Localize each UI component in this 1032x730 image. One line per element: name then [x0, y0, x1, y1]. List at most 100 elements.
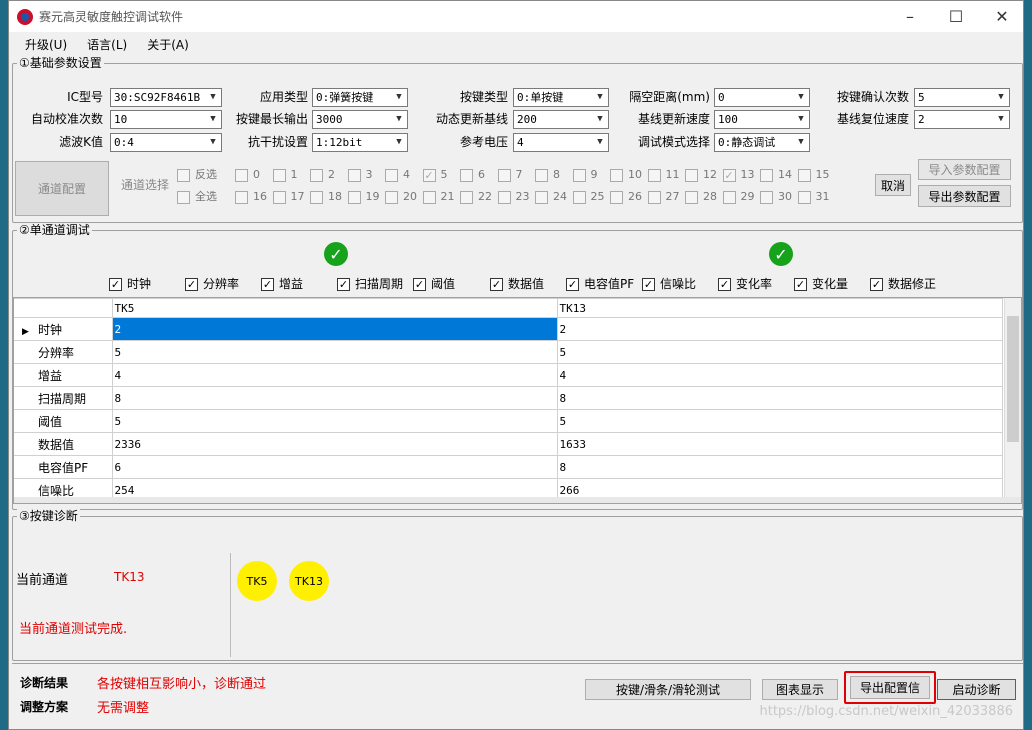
select-all-checkbox[interactable]: 全选	[177, 190, 217, 204]
channel-checkbox-16[interactable]: 16	[235, 190, 267, 204]
channel-checkbox-22[interactable]: 22	[460, 190, 492, 204]
channel-checkbox-8[interactable]: 8	[535, 168, 560, 182]
table-row[interactable]: 分辨率 5 5	[14, 340, 1003, 364]
menu-upgrade[interactable]: 升级(U)	[15, 36, 77, 53]
option-checkbox-10[interactable]: ✓ 数据修正	[870, 277, 936, 291]
cell-tk13[interactable]: 5	[556, 409, 1003, 433]
table-row[interactable]: 阈值 5 5	[14, 409, 1003, 433]
option-checkbox-8[interactable]: ✓ 变化率	[718, 277, 772, 291]
channel-checkbox-27[interactable]: 27	[647, 190, 680, 204]
cell-tk13[interactable]: 2	[556, 317, 1003, 341]
cell-tk13[interactable]: 8	[556, 386, 1003, 410]
ic-model-select[interactable]: 30:SC92F8461B ▼	[110, 88, 222, 107]
slider-test-button[interactable]: 按键/滑条/滑轮测试	[585, 679, 751, 700]
app-type-select[interactable]: 0:弹簧按键 ▼	[312, 88, 408, 107]
channel-checkbox-3[interactable]: 3	[347, 168, 373, 182]
chart-display-button[interactable]: 图表显示	[762, 679, 838, 700]
filter-k-select[interactable]: 0:4 ▼	[110, 133, 222, 152]
confirm-count-select[interactable]: 5 ▼	[914, 88, 1010, 107]
cell-tk13[interactable]: 1633	[556, 432, 1003, 456]
close-icon[interactable]: ✕	[979, 1, 1025, 32]
channel-checkbox-0[interactable]: 0	[235, 168, 260, 182]
max-output-select[interactable]: 3000 ▼	[312, 110, 408, 129]
start-diagnosis-button[interactable]: 启动诊断	[937, 679, 1016, 700]
channel-checkbox-29[interactable]: 29	[722, 190, 755, 204]
cell-tk5[interactable]: 2336	[111, 432, 558, 456]
option-checkbox-9[interactable]: ✓ 变化量	[794, 277, 848, 291]
channel-checkbox-2[interactable]: 2	[310, 168, 335, 182]
cell-tk5[interactable]: 5	[111, 409, 558, 433]
air-distance-select[interactable]: 0 ▼	[714, 88, 810, 107]
channel-checkbox-5[interactable]: ✓ 5	[422, 168, 448, 182]
channel-checkbox-19[interactable]: 19	[347, 190, 380, 204]
invert-checkbox[interactable]: 反选	[177, 168, 217, 182]
import-config-button[interactable]: 导入参数配置	[918, 159, 1011, 180]
auto-calib-select[interactable]: 10 ▼	[110, 110, 222, 129]
column-header-tk13[interactable]: TK13	[556, 298, 1003, 318]
channel-checkbox-10[interactable]: 10	[610, 168, 642, 182]
dynamic-baseline-select[interactable]: 200 ▼	[513, 110, 609, 129]
option-checkbox-5[interactable]: ✓ 数据值	[490, 277, 544, 291]
menu-language[interactable]: 语言(L)	[77, 36, 137, 53]
key-type-select[interactable]: 0:单按键 ▼	[513, 88, 609, 107]
export-config-button[interactable]: 导出参数配置	[918, 185, 1011, 207]
cell-tk5[interactable]: 5	[111, 340, 558, 364]
channel-checkbox-23[interactable]: 23	[497, 190, 530, 204]
option-checkbox-4[interactable]: ✓ 阈值	[413, 277, 455, 291]
channel-checkbox-13[interactable]: ✓ 13	[722, 168, 755, 182]
cell-tk13[interactable]: 4	[556, 363, 1003, 387]
menu-about[interactable]: 关于(A)	[137, 36, 199, 53]
option-checkbox-1[interactable]: ✓ 分辨率	[185, 277, 239, 291]
anti-interference-select[interactable]: 1:12bit ▼	[312, 133, 408, 152]
channel-checkbox-31[interactable]: 31	[797, 190, 830, 204]
data-grid[interactable]: TK5 TK13 ▶ 时钟 2 2 分辨率 5 5 增益 4 4 扫描周期 8 8 阈值 5 5 数据值 2336…	[13, 297, 1022, 504]
channel-checkbox-9[interactable]: 9	[572, 168, 598, 182]
debug-mode-select[interactable]: 0:静态调试 ▼	[714, 133, 810, 152]
channel-checkbox-4[interactable]: 4	[385, 168, 410, 182]
channel-checkbox-20[interactable]: 20	[385, 190, 417, 204]
option-checkbox-7[interactable]: ✓ 信噪比	[642, 277, 696, 291]
channel-checkbox-21[interactable]: 21	[422, 190, 455, 204]
maximize-icon[interactable]: ☐	[933, 1, 979, 32]
table-row[interactable]: ▶ 时钟 2 2	[14, 317, 1003, 341]
channel-checkbox-26[interactable]: 26	[610, 190, 642, 204]
column-header-tk5[interactable]: TK5	[111, 298, 558, 318]
cell-tk13[interactable]: 8	[556, 455, 1003, 479]
option-checkbox-3[interactable]: ✓ 扫描周期	[337, 277, 403, 291]
table-row[interactable]: 扫描周期 8 8	[14, 386, 1003, 410]
channel-checkbox-18[interactable]: 18	[310, 190, 342, 204]
table-row[interactable]: 电容值PF 6 8	[14, 455, 1003, 479]
channel-config-button[interactable]: 通道配置	[15, 161, 109, 216]
channel-checkbox-30[interactable]: 30	[760, 190, 792, 204]
channel-checkbox-14[interactable]: 14	[760, 168, 792, 182]
ref-voltage-select[interactable]: 4 ▼	[513, 133, 609, 152]
baseline-speed-select[interactable]: 100 ▼	[714, 110, 810, 129]
chevron-down-icon: ▼	[592, 89, 608, 106]
cancel-button[interactable]: 取消	[875, 174, 911, 196]
minimize-icon[interactable]: –	[887, 1, 933, 32]
channel-checkbox-15[interactable]: 15	[797, 168, 830, 182]
export-config-info-button[interactable]: 导出配置信	[850, 676, 930, 699]
channel-checkbox-12[interactable]: 12	[685, 168, 717, 182]
channel-checkbox-17[interactable]: 17	[272, 190, 305, 204]
table-row[interactable]: 增益 4 4	[14, 363, 1003, 387]
baseline-reset-select[interactable]: 2 ▼	[914, 110, 1010, 129]
channel-checkbox-25[interactable]: 25	[572, 190, 605, 204]
channel-checkbox-1[interactable]: 1	[272, 168, 298, 182]
cell-tk5[interactable]: 8	[111, 386, 558, 410]
channel-checkbox-6[interactable]: 6	[460, 168, 485, 182]
channel-checkbox-24[interactable]: 24	[535, 190, 567, 204]
cell-tk13[interactable]: 5	[556, 340, 1003, 364]
cell-tk5[interactable]: 4	[111, 363, 558, 387]
cell-tk5[interactable]: 2	[111, 317, 558, 341]
channel-checkbox-7[interactable]: 7	[497, 168, 523, 182]
horizontal-scrollbar[interactable]	[14, 497, 1021, 503]
channel-checkbox-11[interactable]: 11	[647, 168, 680, 182]
table-row[interactable]: 数据值 2336 1633	[14, 432, 1003, 456]
option-checkbox-2[interactable]: ✓ 增益	[261, 277, 303, 291]
option-checkbox-0[interactable]: ✓ 时钟	[109, 277, 151, 291]
vertical-scrollbar[interactable]	[1004, 298, 1021, 503]
cell-tk5[interactable]: 6	[111, 455, 558, 479]
channel-checkbox-28[interactable]: 28	[685, 190, 717, 204]
option-checkbox-6[interactable]: ✓ 电容值PF	[566, 277, 634, 291]
